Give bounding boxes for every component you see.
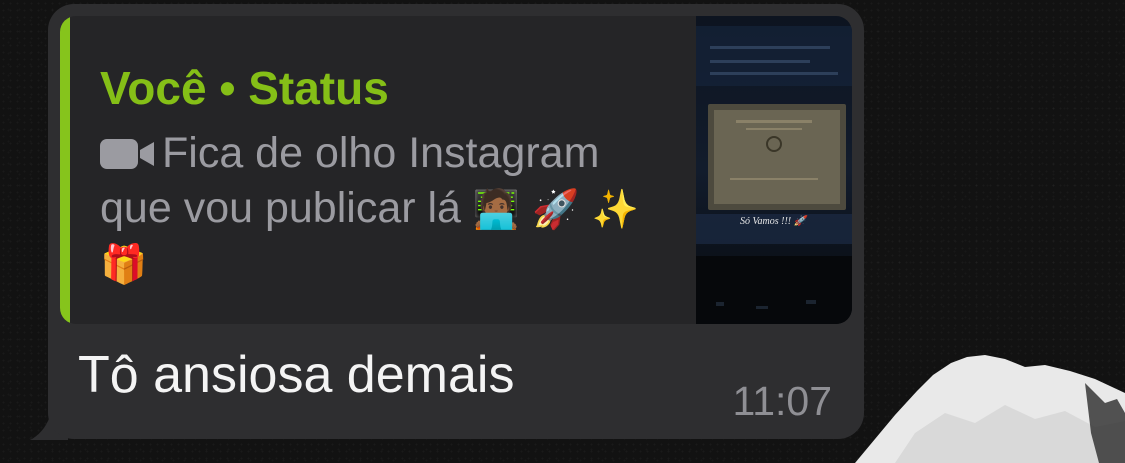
rocket-emoji: 🚀 <box>532 189 580 231</box>
message-timestamp: 11:07 <box>732 378 832 424</box>
thumbnail-image <box>696 16 852 324</box>
thumbnail-caption: Só Vamos !!! 🚀 <box>740 216 807 227</box>
message-bubble[interactable]: Você • Status Fica de olho Instagram que… <box>48 4 864 439</box>
video-camera-icon <box>100 139 154 169</box>
status-thumbnail: Só Vamos !!! 🚀 <box>696 16 852 324</box>
sparkles-emoji: ✨ <box>591 189 639 231</box>
quote-accent-bar <box>60 16 70 324</box>
status-reply-quote[interactable]: Você • Status Fica de olho Instagram que… <box>60 16 852 324</box>
gift-emoji: 🎁 <box>100 244 148 286</box>
quote-text: Fica de olho Instagram que vou publicar … <box>100 129 600 232</box>
message-text: Tô ansiosa demais <box>78 346 515 404</box>
wallpaper-mountain-decoration <box>855 355 1125 463</box>
technologist-emoji: 🧑🏾‍💻 <box>472 189 521 231</box>
quote-text-block: Fica de olho Instagram que vou publicar … <box>100 126 680 291</box>
quote-author: Você • Status <box>100 62 389 114</box>
